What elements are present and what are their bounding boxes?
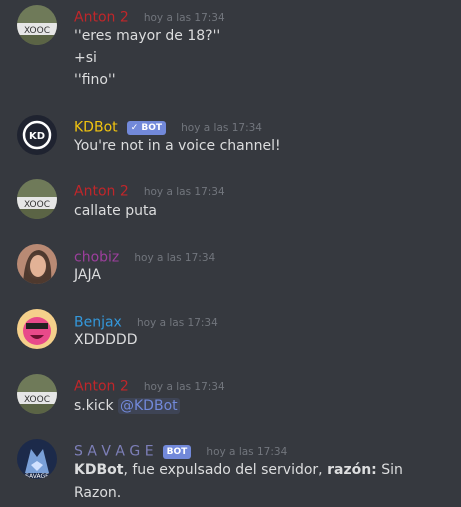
message-text: KDBot, fue expulsado del servidor, razón… — [74, 460, 403, 480]
message-text: Razon. — [74, 485, 122, 501]
bot-badge: ✓ BOT — [126, 120, 167, 135]
timestamp: hoy a las 17:34 — [206, 445, 288, 458]
message-text: XDDDDD — [74, 332, 138, 348]
username[interactable]: chobiz — [74, 250, 119, 266]
kd-logo-icon[interactable]: KD — [17, 115, 57, 155]
timestamp: hoy a las 17:34 — [143, 185, 225, 198]
message-text: s.kick @KDBot — [74, 396, 180, 416]
username[interactable]: Anton 2 — [74, 184, 129, 200]
message-group: chobiz hoy a las 17:34 JAJA — [0, 239, 461, 295]
username[interactable]: Benjax — [74, 315, 122, 331]
kick-text: , fue expulsado del servidor, — [123, 462, 328, 478]
user-photo-icon[interactable] — [17, 244, 57, 284]
message-text: +si — [74, 50, 97, 66]
message-group: XOOC Anton 2 hoy a las 17:34 callate put… — [0, 174, 461, 230]
bot-badge: BOT — [162, 444, 192, 459]
message-text: ''eres mayor de 18?'' — [74, 28, 221, 44]
svg-text:XOOC: XOOC — [24, 200, 50, 210]
svg-text:XOOC: XOOC — [24, 26, 50, 36]
timestamp: hoy a las 17:34 — [181, 121, 262, 134]
reason-label: razón: — [327, 462, 377, 478]
timestamp: hoy a las 17:34 — [143, 380, 225, 393]
username[interactable]: S A V A G E — [74, 444, 154, 460]
username[interactable]: Anton 2 — [74, 10, 129, 26]
username[interactable]: KDBot — [74, 120, 118, 136]
svg-text:SAVAGE: SAVAGE — [25, 473, 49, 479]
timestamp: hoy a las 17:34 — [143, 11, 225, 24]
user-avatar-icon[interactable]: XOOC — [17, 179, 57, 219]
message-group: KD KDBot ✓ BOT hoy a las 17:34 You're no… — [0, 110, 461, 170]
reason-value: Sin — [376, 462, 403, 478]
message-text: You're not in a voice channel! — [74, 138, 281, 154]
kicked-user: KDBot — [74, 462, 124, 478]
user-avatar-icon[interactable]: XOOC — [17, 5, 57, 45]
message-text: ''fino'' — [74, 72, 116, 88]
message-group: SAVAGE S A V A G E BOT hoy a las 17:34 K… — [0, 434, 461, 507]
timestamp: hoy a las 17:34 — [134, 251, 216, 264]
svg-text:KD: KD — [29, 131, 45, 142]
user-avatar-icon[interactable]: XOOC — [17, 374, 57, 414]
message-group: XOOC Anton 2 hoy a las 17:34 ''eres mayo… — [0, 0, 461, 100]
user-mention[interactable]: @KDBot — [118, 398, 180, 414]
svg-text:XOOC: XOOC — [24, 395, 50, 405]
command-text: s.kick — [74, 398, 114, 414]
timestamp: hoy a las 17:34 — [136, 316, 218, 329]
message-text: JAJA — [74, 267, 101, 283]
message-text: callate puta — [74, 203, 158, 219]
sunglasses-face-icon[interactable] — [17, 309, 57, 349]
message-group: XOOC Anton 2 hoy a las 17:34 s.kick @KDB… — [0, 369, 461, 425]
wolf-avatar-icon[interactable]: SAVAGE — [17, 439, 57, 479]
message-group: Benjax hoy a las 17:34 XDDDDD — [0, 304, 461, 360]
username[interactable]: Anton 2 — [74, 379, 129, 395]
